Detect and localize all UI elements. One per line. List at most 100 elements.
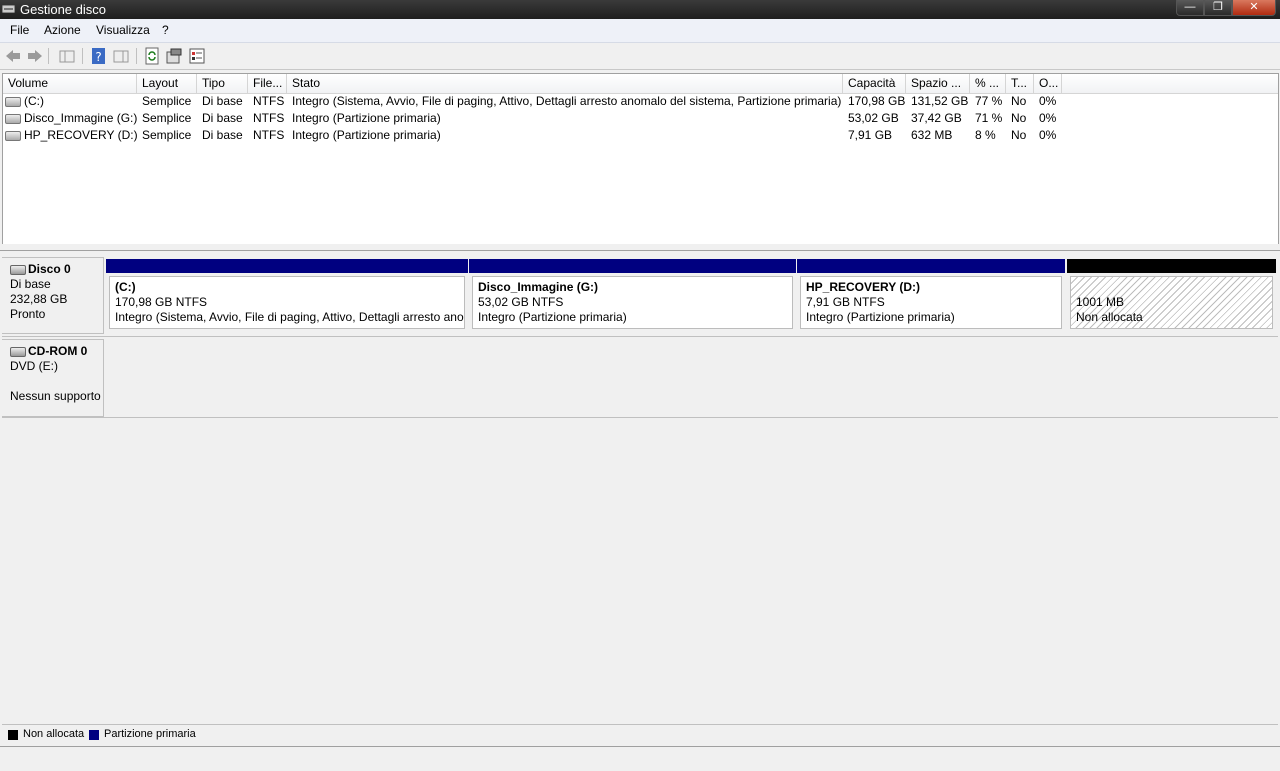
console-tree-icon[interactable] [58,47,76,65]
partition-size: 7,91 GB NTFS [806,295,885,309]
minimize-button[interactable]: — [1176,0,1204,16]
free-space-cell: 131,52 GB [911,94,969,108]
menu-file[interactable]: File [10,23,29,37]
maximize-button[interactable]: ❐ [1204,0,1232,16]
partition-status: Integro (Sistema, Avvio, File di paging,… [115,310,464,324]
close-button[interactable]: ✕ [1232,0,1276,16]
partition-color-bar [797,259,1065,273]
partition-size: 53,02 GB NTFS [478,295,564,309]
column-header-layout[interactable]: Layout [137,74,197,93]
partition-name: Disco_Immagine (G:) [478,280,599,294]
table-row[interactable]: Disco_Immagine (G:) Semplice Di base NTF… [3,110,1278,127]
back-arrow-icon[interactable] [4,47,22,65]
layout-cell: Semplice [142,128,192,142]
volume-name: HP_RECOVERY (D:) [24,128,137,142]
overhead-cell: 0% [1039,94,1057,108]
disk-type: Di base [10,277,51,291]
unallocated-space[interactable]: 1001 MB Non allocata [1067,259,1276,332]
disk-name: CD-ROM 0 [28,344,88,358]
table-row[interactable]: HP_RECOVERY (D:) Semplice Di base NTFS I… [3,127,1278,144]
percent-free-cell: 71 % [975,111,1003,125]
layout-cell: Semplice [142,94,192,108]
filesystem-cell: NTFS [253,128,285,142]
cdrom-drive-icon [10,346,26,357]
percent-free-cell: 77 % [975,94,1003,108]
svg-text:?: ? [95,50,101,64]
overhead-cell: 0% [1039,111,1057,125]
overhead-cell: 0% [1039,128,1057,142]
partition-name: HP_RECOVERY (D:) [806,280,921,294]
partition-size: 170,98 GB NTFS [115,295,208,309]
filesystem-cell: NTFS [253,111,285,125]
column-header-overhead[interactable]: O... [1034,74,1062,93]
disk-size: 232,88 GB [10,292,68,306]
disk-type: DVD (E:) [10,359,58,373]
partition-color-bar [469,259,796,273]
fault-tolerance-cell: No [1011,128,1027,142]
legend-unallocated: Non allocata [23,728,85,740]
show-hide-pane-icon[interactable] [112,47,130,65]
column-header-volume[interactable]: Volume [3,74,137,93]
partition-c[interactable]: (C:) 170,98 GB NTFS Integro (Sistema, Av… [106,259,468,332]
unallocated-swatch [8,730,18,740]
legend: Non allocata Partizione primaria [2,724,1278,745]
menu-azione[interactable]: Azione [44,23,81,37]
disk-0-header[interactable]: Disco 0 Di base 232,88 GB Pronto [2,257,104,334]
column-header-stato[interactable]: Stato [287,74,843,93]
menu-bar: File Azione Visualizza ? [0,19,1280,43]
volume-name: Disco_Immagine (G:) [24,111,137,125]
row-separator [2,336,1278,337]
layout-cell: Semplice [142,111,192,125]
partition-color-bar [1067,259,1276,273]
settings-list-icon[interactable] [188,47,206,65]
type-cell: Di base [202,128,243,142]
volume-list: Volume Layout Tipo File... Stato Capacit… [2,73,1279,245]
partition-status: Integro (Partizione primaria) [478,310,627,324]
cdrom-0-header[interactable]: CD-ROM 0 DVD (E:) Nessun supporto [2,339,104,417]
table-row[interactable]: (C:) Semplice Di base NTFS Integro (Sist… [3,93,1278,110]
title-bar: Gestione disco — ❐ ✕ [0,0,1280,19]
partition-size: 1001 MB [1076,295,1125,309]
properties-icon[interactable] [165,47,183,65]
fault-tolerance-cell: No [1011,94,1027,108]
fault-tolerance-cell: No [1011,111,1027,125]
status-bar [0,746,1280,771]
help-icon[interactable]: ? [90,47,108,65]
column-header-spazio[interactable]: Spazio ... [906,74,970,93]
column-header-tipo[interactable]: Tipo [197,74,248,93]
toolbar: ? [0,43,1280,70]
disk-status: Nessun supporto [10,389,101,403]
disk-management-app-icon [2,5,15,13]
status-cell: Integro (Sistema, Avvio, File di paging,… [292,94,842,108]
filesystem-cell: NTFS [253,94,285,108]
window-title: Gestione disco [20,2,106,17]
type-cell: Di base [202,111,243,125]
column-header-tolleranza[interactable]: T... [1006,74,1034,93]
partition-status: Non allocata [1076,310,1143,324]
menu-help[interactable]: ? [162,23,169,37]
status-cell: Integro (Partizione primaria) [292,128,441,142]
column-header-file-system[interactable]: File... [248,74,287,93]
row-separator [2,417,1278,418]
column-header-capacita[interactable]: Capacità [843,74,906,93]
forward-arrow-icon[interactable] [26,47,44,65]
partition-d[interactable]: HP_RECOVERY (D:) 7,91 GB NTFS Integro (P… [797,259,1065,332]
partition-name: (C:) [115,280,136,294]
percent-free-cell: 8 % [975,128,996,142]
pane-splitter[interactable] [0,244,1280,251]
volume-name: (C:) [24,94,44,108]
volume-list-header: Volume Layout Tipo File... Stato Capacit… [3,74,1278,94]
status-cell: Integro (Partizione primaria) [292,111,441,125]
capacity-cell: 53,02 GB [848,111,899,125]
partition-status: Integro (Partizione primaria) [806,310,955,324]
column-header-percent[interactable]: % ... [970,74,1006,93]
menu-visualizza[interactable]: Visualizza [96,23,150,37]
free-space-cell: 37,42 GB [911,111,962,125]
disk-status: Pronto [10,307,46,321]
legend-primary-partition: Partizione primaria [104,728,196,740]
type-cell: Di base [202,94,243,108]
partition-g[interactable]: Disco_Immagine (G:) 53,02 GB NTFS Integr… [469,259,796,332]
refresh-icon[interactable] [143,47,161,65]
drive-icon [5,96,21,107]
disk-graphical-view: Disco 0 Di base 232,88 GB Pronto (C:) 17… [2,251,1278,723]
